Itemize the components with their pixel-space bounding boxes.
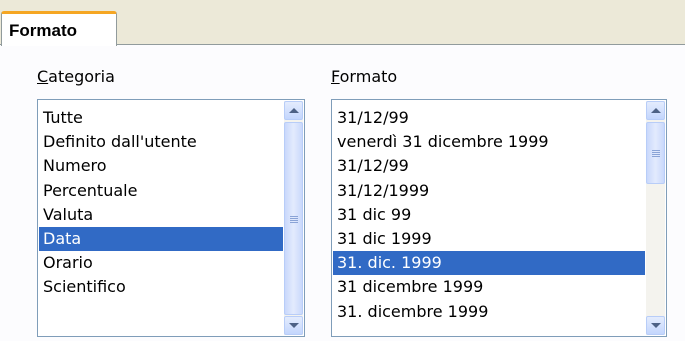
formato-item[interactable]: 31/12/99 [333,154,645,178]
categoria-list: Tutte Definito dall'utente Numero Percen… [39,106,283,300]
formato-list: 31/12/99 venerdì 31 dicembre 1999 31/12/… [333,106,645,324]
categoria-label: Categoria [37,67,115,86]
formato-listbox[interactable]: 31/12/99 venerdì 31 dicembre 1999 31/12/… [331,99,667,337]
formato-label-accel: F [331,67,340,86]
categoria-item[interactable]: Data [39,226,283,252]
chevron-up-icon [288,108,299,113]
categoria-item[interactable]: Valuta [39,203,283,227]
formato-item[interactable]: 31 dic 99 [333,203,645,227]
formato-label-rest: ormato [339,67,398,86]
chevron-down-icon [650,323,661,328]
scroll-thumb[interactable] [284,122,303,315]
formato-scrollbar[interactable] [646,101,665,335]
tab-formato-label: Formato [9,21,77,40]
categoria-scrollbar[interactable] [284,101,303,335]
categoria-item[interactable]: Numero [39,154,283,178]
scroll-down-button[interactable] [646,316,665,335]
categoria-item[interactable]: Definito dall'utente [39,130,283,154]
categoria-item[interactable]: Percentuale [39,179,283,203]
scroll-up-button[interactable] [284,101,303,120]
formato-item[interactable]: 31. dicembre 1999 [333,300,645,324]
formato-item[interactable]: venerdì 31 dicembre 1999 [333,130,645,154]
tab-strip: Formato [0,0,685,46]
tab-formato[interactable]: Formato [1,11,117,46]
grip-icon [652,150,660,157]
formato-item[interactable]: 31. dic. 1999 [333,251,645,276]
grip-icon [290,216,298,223]
formato-item[interactable]: 31/12/99 [333,106,645,130]
formato-item[interactable]: 31 dic 1999 [333,227,645,251]
categoria-item[interactable]: Tutte [39,106,283,130]
scroll-thumb[interactable] [646,122,665,184]
categoria-item[interactable]: Scientifico [39,275,283,299]
scroll-down-button[interactable] [284,316,303,335]
categoria-label-accel: C [37,67,49,86]
categoria-listbox[interactable]: Tutte Definito dall'utente Numero Percen… [37,99,305,337]
formato-item[interactable]: 31 dicembre 1999 [333,275,645,299]
categoria-item[interactable]: Orario [39,251,283,275]
categoria-label-rest: ategoria [48,67,115,86]
chevron-down-icon [288,323,299,328]
scroll-up-button[interactable] [646,101,665,120]
chevron-up-icon [650,108,661,113]
formato-label: Formato [331,67,397,86]
formato-item[interactable]: 31/12/1999 [333,179,645,203]
